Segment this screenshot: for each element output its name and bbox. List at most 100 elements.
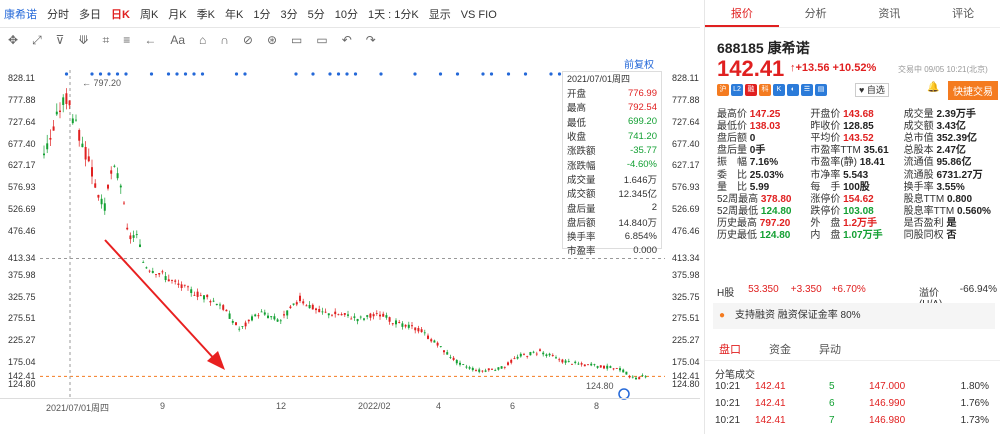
candle-body: [465, 366, 468, 368]
candle-body: [494, 370, 497, 372]
quote-tab[interactable]: 报价: [705, 0, 779, 27]
tool-icon[interactable]: ∩: [220, 33, 229, 47]
y-tick-label: 576.93: [672, 182, 700, 193]
tool-icon[interactable]: ⊘: [243, 33, 253, 47]
tooltip-row: 盘后额 14.840万: [567, 217, 657, 229]
y-tick-label: 828.11: [672, 73, 699, 83]
candle-body: [580, 363, 583, 365]
stock-code: 688185 康希诺: [717, 40, 810, 56]
trade-time: 交易中 09/05 10:21(北京): [898, 65, 988, 74]
y-tick-label: 325.75: [672, 291, 700, 302]
quote-panel: 报价 分析 资讯 评论 688185 康希诺 142.41 ↑+13.56 +10.5…: [704, 0, 1000, 434]
candle-body: [126, 227, 129, 230]
tool-icon[interactable]: Aa: [170, 33, 185, 47]
candle-body: [68, 100, 71, 106]
tool-icon[interactable]: ⌂: [199, 33, 206, 47]
depth-tab[interactable]: 资金: [769, 339, 791, 360]
period-tab[interactable]: 3分: [280, 9, 297, 21]
event-dot: [183, 72, 188, 76]
candle-body: [119, 185, 122, 188]
candle-body: [369, 313, 372, 318]
period-tab[interactable]: 1天 : 1分K: [368, 9, 419, 21]
candle-body: [436, 342, 439, 346]
x-tick-label: 8: [594, 401, 600, 411]
bell-icon[interactable]: 🔔: [927, 82, 939, 93]
add-watchlist-button[interactable]: ♥ 自选: [855, 83, 889, 97]
margin-info: ● 支持融资 融资保证金率 80%: [713, 303, 995, 329]
y-tick-label: 175.04: [672, 357, 700, 368]
event-dot: [149, 72, 154, 76]
candle-body: [622, 369, 625, 373]
period-tab[interactable]: 10分: [335, 9, 358, 21]
tool-icon[interactable]: ✥: [8, 33, 18, 47]
period-tab[interactable]: 日K: [111, 9, 130, 21]
candle-body: [487, 368, 490, 371]
info-icon: ●: [719, 310, 726, 321]
event-dot: [311, 72, 315, 76]
quote-tab[interactable]: 分析: [779, 0, 853, 27]
tool-icon[interactable]: ▭: [291, 33, 302, 47]
candle-body: [574, 361, 577, 363]
candle-body: [299, 295, 301, 302]
period-tab[interactable]: 季K: [197, 9, 215, 21]
tool-icon[interactable]: ⟱: [78, 33, 88, 47]
adjust-button[interactable]: 前复权: [624, 56, 654, 71]
candle-body: [187, 286, 189, 288]
tool-icon[interactable]: ⊛: [267, 33, 277, 47]
candle-body: [52, 126, 55, 131]
candle-body: [526, 355, 529, 357]
candle-body: [292, 303, 295, 305]
tool-icon[interactable]: ⤢: [32, 33, 42, 48]
candle-body: [375, 313, 378, 314]
candle-body: [558, 359, 561, 361]
candle-body: [571, 363, 573, 365]
tool-icon[interactable]: ▭: [316, 33, 327, 47]
tool-icon[interactable]: ↷: [366, 33, 376, 47]
event-dot: [124, 72, 128, 76]
quote-tabs: 报价 分析 资讯 评论: [705, 0, 1000, 28]
quote-tab[interactable]: 资讯: [853, 0, 927, 27]
tool-icon[interactable]: ⊽: [56, 33, 65, 47]
y-tick-label: 413.34: [672, 253, 700, 264]
quote-tab[interactable]: 评论: [926, 0, 1000, 27]
candle-body: [327, 313, 330, 316]
candle-body: [279, 320, 282, 322]
period-tab[interactable]: 多日: [79, 9, 101, 21]
period-tab[interactable]: 1分: [253, 9, 270, 21]
quick-trade-button[interactable]: 快捷交易: [948, 81, 998, 100]
candle-body: [475, 370, 477, 372]
candle-body: [449, 357, 452, 358]
candle-body: [81, 143, 84, 148]
candle-body: [452, 357, 455, 360]
vs-button[interactable]: VS FIO: [461, 9, 497, 21]
tool-icon[interactable]: ←: [144, 33, 156, 47]
candle-body: [545, 354, 548, 357]
tool-icon[interactable]: ≡: [123, 33, 130, 47]
candle-body: [97, 194, 100, 198]
tooltip-row: 盘后量 2: [567, 202, 657, 215]
depth-tab[interactable]: 异动: [819, 339, 841, 360]
candle-body: [270, 316, 273, 318]
candle-body: [510, 359, 513, 363]
depth-tab[interactable]: 盘口: [719, 339, 741, 360]
period-tab[interactable]: 周K: [140, 9, 158, 21]
period-tab[interactable]: 显示: [429, 9, 451, 21]
candle-body: [161, 271, 164, 273]
period-tab[interactable]: 月K: [168, 9, 186, 21]
tooltip-row: 市盈率 0.000: [567, 244, 657, 258]
event-dot: [107, 72, 111, 76]
event-dot: [175, 72, 179, 76]
candle-body: [609, 366, 612, 368]
candle-body: [215, 303, 218, 306]
period-tab[interactable]: 5分: [308, 9, 325, 21]
tool-icon[interactable]: ↶: [342, 33, 352, 47]
candle-body: [65, 93, 68, 104]
candle-body: [289, 306, 292, 309]
candle-body: [635, 377, 637, 380]
x-tick-label: 4: [436, 401, 442, 411]
candle-body: [539, 349, 541, 351]
period-tab[interactable]: 年K: [225, 9, 243, 21]
candle-body: [148, 270, 151, 272]
tool-icon[interactable]: ⌗: [103, 33, 110, 48]
period-tab[interactable]: 分时: [47, 9, 69, 21]
